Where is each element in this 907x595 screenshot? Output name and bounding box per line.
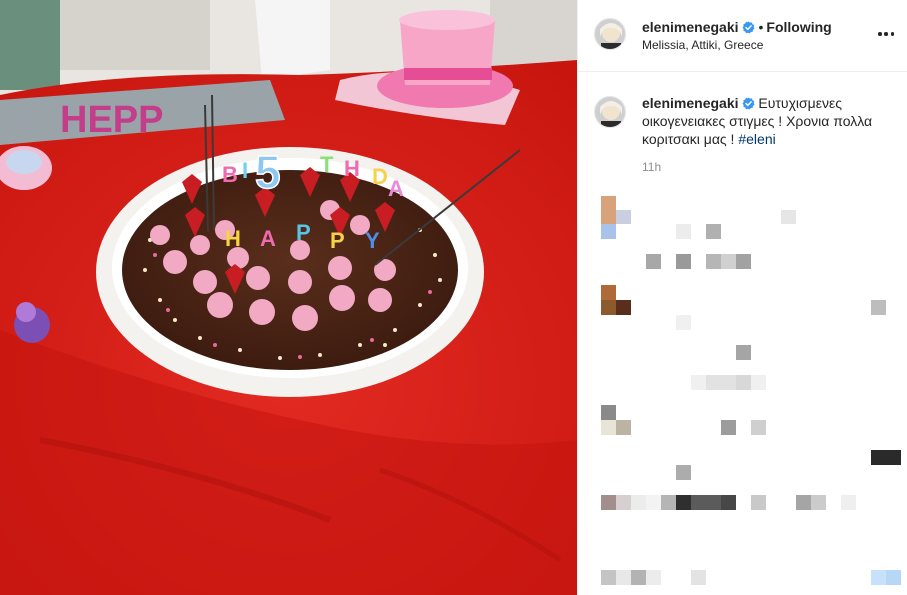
svg-text:H: H: [344, 156, 360, 181]
svg-text:Y: Y: [365, 228, 380, 253]
hashtag-link[interactable]: #eleni: [738, 131, 775, 147]
avatar-photo-icon: [595, 97, 625, 127]
svg-text:H: H: [225, 226, 241, 251]
caption-text: elenimenegaki Ευτυχισμενες οικογενειακες…: [642, 94, 894, 148]
svg-text:A: A: [260, 226, 276, 251]
svg-text:5: 5: [255, 146, 281, 198]
caption-avatar[interactable]: [594, 96, 626, 128]
svg-text:I: I: [242, 158, 248, 183]
location-link[interactable]: Melissia, Attiki, Greece: [642, 38, 763, 52]
svg-text:B: B: [222, 162, 238, 187]
username-link[interactable]: elenimenegaki: [642, 19, 739, 35]
birthday-cake-photo: HEPP B I T H D A H A P P Y 5: [0, 0, 577, 595]
post-photo[interactable]: HEPP B I T H D A H A P P Y 5: [0, 0, 577, 595]
post-header: elenimenegaki • Following Melissia, Attiki…: [578, 0, 907, 72]
svg-text:A: A: [388, 176, 404, 201]
svg-text:D: D: [372, 164, 388, 189]
following-button[interactable]: Following: [766, 19, 831, 35]
svg-text:P: P: [296, 220, 311, 245]
verified-badge-icon: [741, 21, 755, 34]
caption-comment: elenimenegaki Ευτυχισμενες οικογενειακες…: [594, 94, 894, 174]
caption-username-link[interactable]: elenimenegaki: [642, 95, 739, 111]
post-timestamp[interactable]: 11h: [642, 160, 894, 174]
svg-text:HEPP: HEPP: [60, 99, 163, 141]
instagram-post-view: HEPP B I T H D A H A P P Y 5 elenimenega…: [0, 0, 907, 595]
header-title-line: elenimenegaki • Following: [642, 19, 832, 35]
verified-badge-icon: [741, 97, 755, 110]
svg-text:P: P: [330, 228, 345, 253]
post-side-panel: elenimenegaki • Following Melissia, Attiki…: [577, 0, 907, 595]
avatar-photo-icon: [595, 19, 625, 49]
user-avatar[interactable]: [594, 18, 626, 50]
separator-dot: •: [758, 19, 764, 35]
more-options-icon[interactable]: [878, 26, 894, 42]
svg-text:T: T: [320, 152, 334, 177]
